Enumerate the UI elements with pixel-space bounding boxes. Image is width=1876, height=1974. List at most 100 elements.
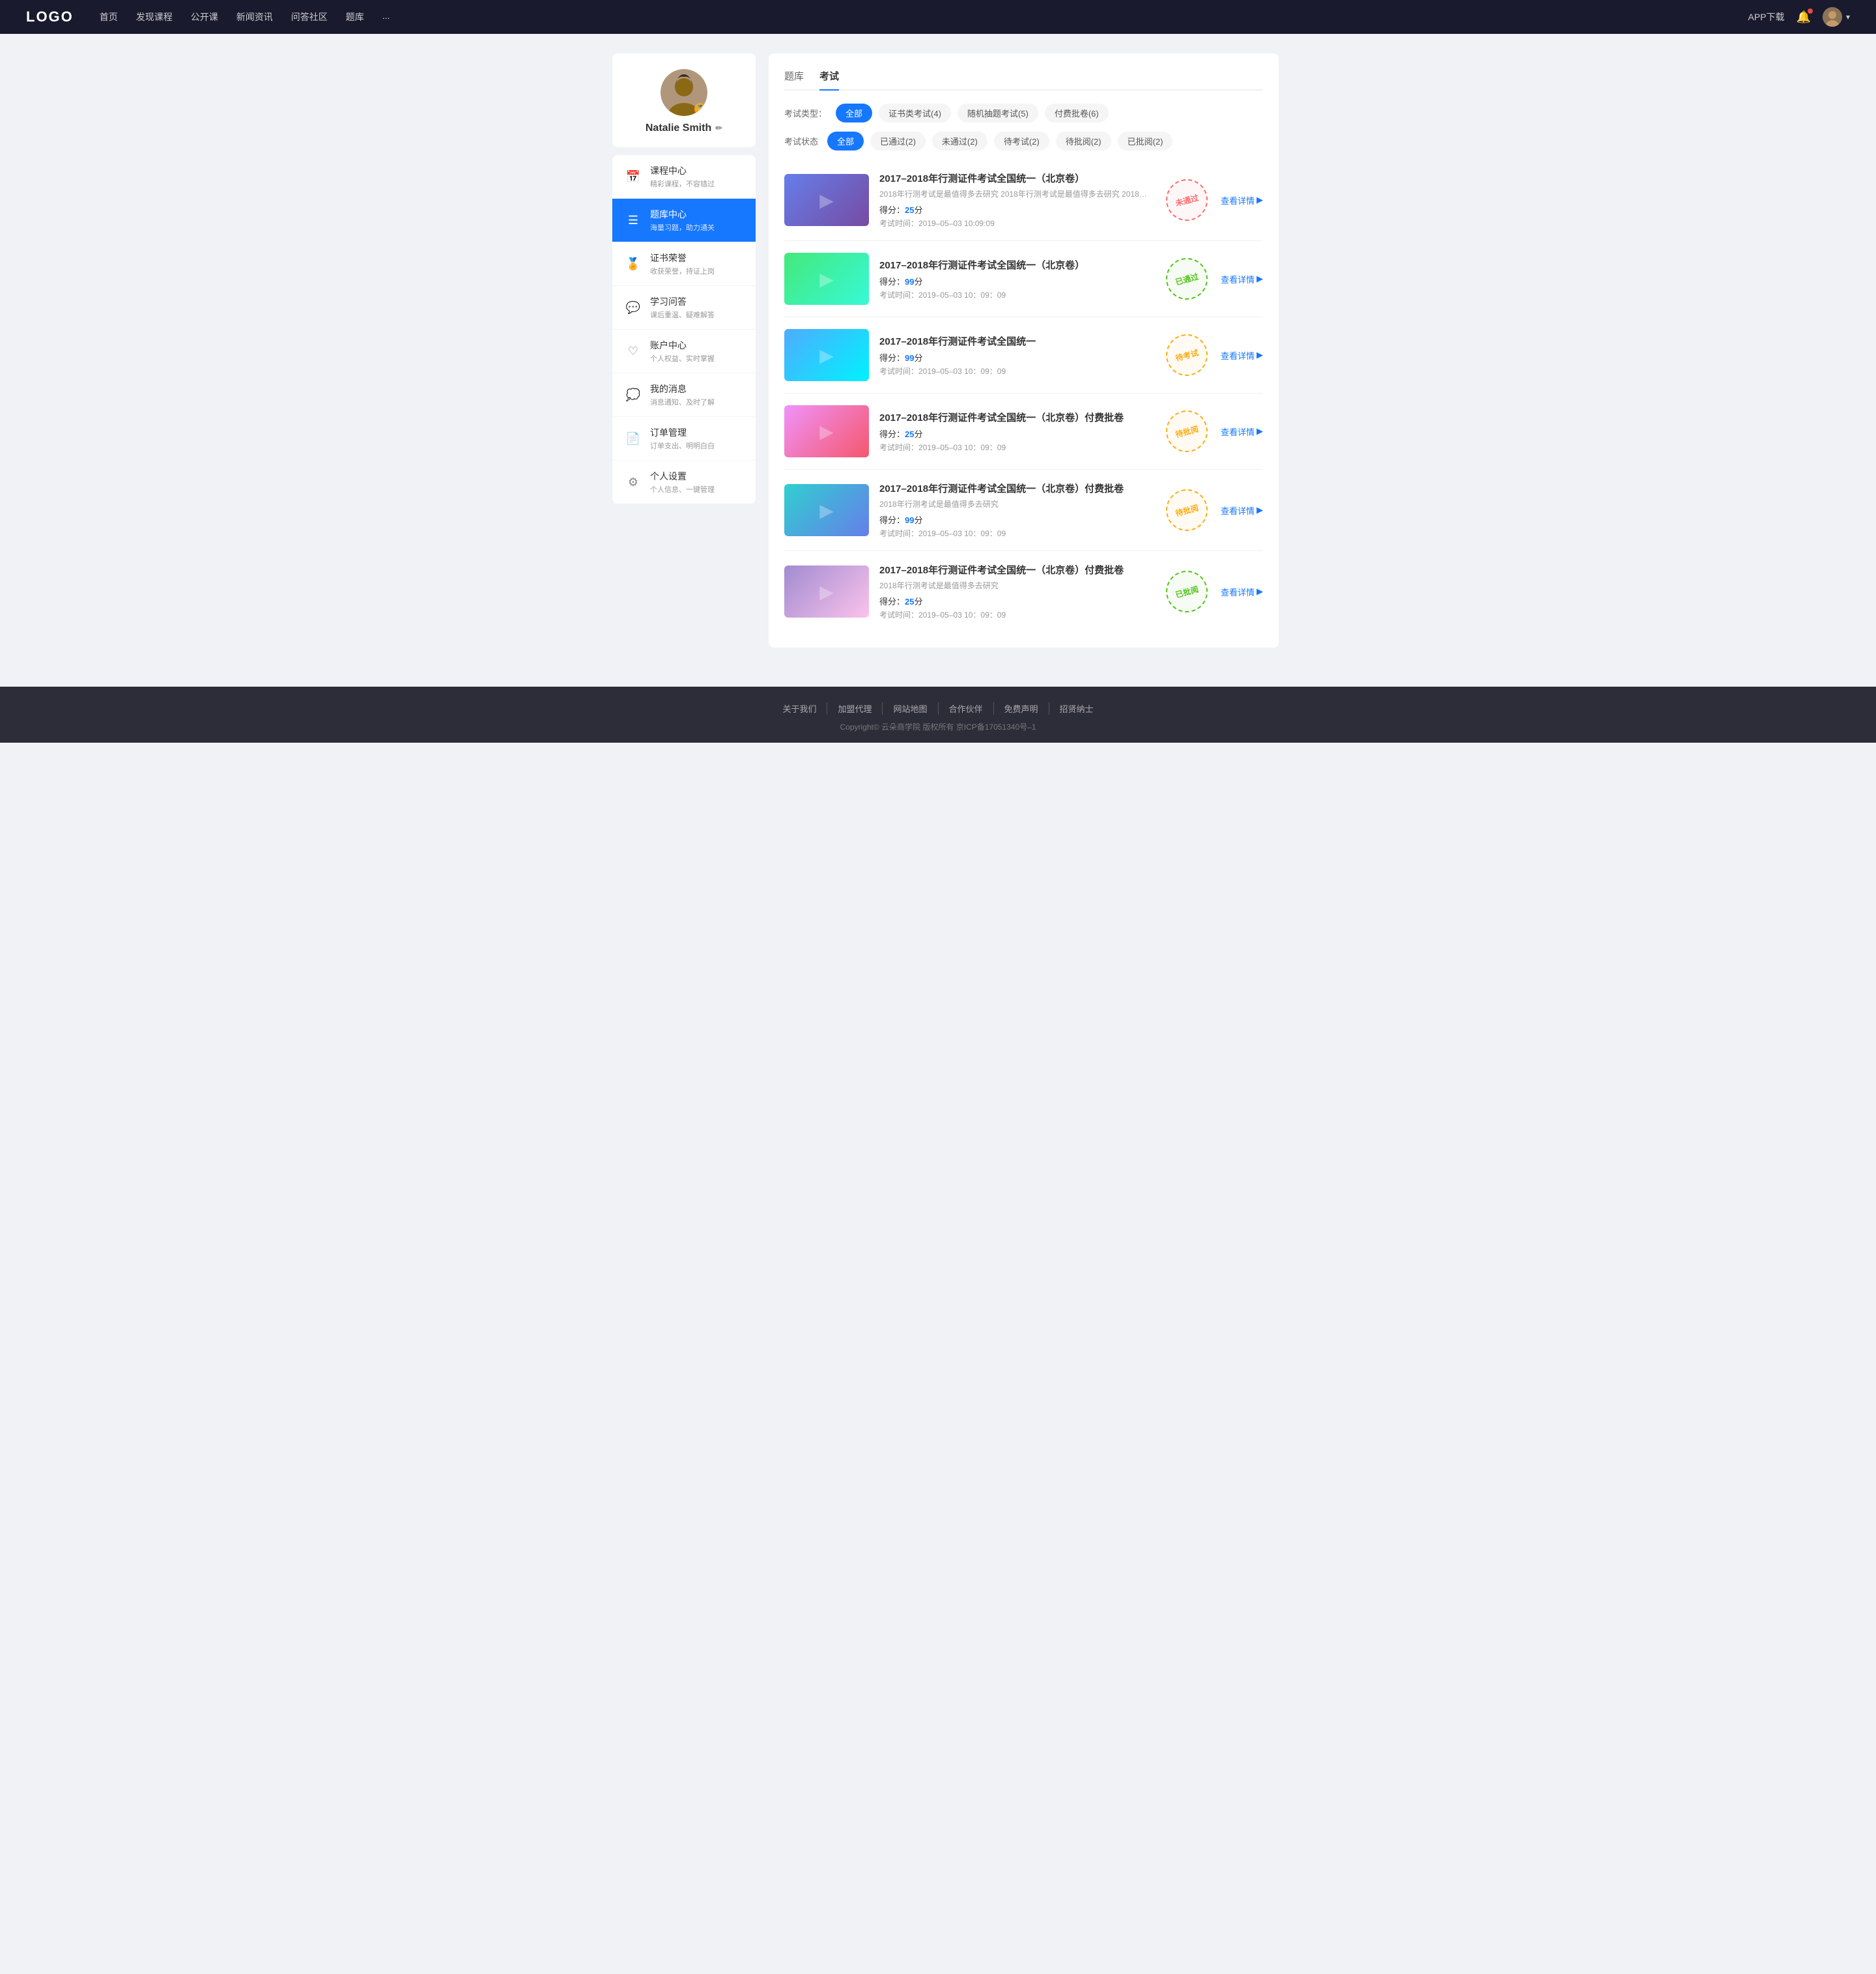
- type-filter-option[interactable]: 付费批卷(6): [1045, 104, 1109, 122]
- exam-status: 未通过: [1163, 177, 1210, 223]
- course-center-icon: 📅: [624, 167, 642, 186]
- nav-links: 首页 发现课程 公开课 新闻资讯 问答社区 题库...: [100, 10, 1748, 23]
- exam-score: 得分：99分: [879, 351, 1153, 364]
- sidebar-item-qa[interactable]: 💬 学习问答 课后重温、疑难解答: [612, 286, 756, 330]
- user-avatar-menu[interactable]: ▾: [1823, 7, 1850, 27]
- exam-score: 得分：25分: [879, 203, 1153, 216]
- arrow-right-icon: ▶: [1257, 350, 1263, 360]
- exam-action: 查看详情▶: [1221, 504, 1263, 517]
- sidebar-item-sublabel: 个人权益、实时掌握: [650, 353, 715, 364]
- exam-desc: 2018年行测考试是最值得多去研究: [879, 498, 1153, 509]
- exam-desc: 2018年行测考试是最值得多去研究 2018年行测考试是最值得多去研究 2018…: [879, 188, 1153, 199]
- footer-link[interactable]: 免费声明: [994, 702, 1049, 715]
- sidebar-item-label: 订单管理: [650, 426, 715, 439]
- status-filter-option[interactable]: 待批阅(2): [1056, 132, 1111, 150]
- qa-icon: 💬: [624, 298, 642, 317]
- edit-profile-icon[interactable]: ✏: [715, 123, 722, 134]
- tab-考试[interactable]: 考试: [819, 69, 839, 91]
- exam-info: 2017–2018年行测证件考试全国统一（北京卷） 2018年行测考试是最值得多…: [879, 171, 1153, 229]
- type-filter-option[interactable]: 全部: [836, 104, 872, 122]
- sidebar-item-messages[interactable]: 💭 我的消息 消息通知、及时了解: [612, 373, 756, 417]
- sidebar-item-label: 账户中心: [650, 339, 715, 352]
- sidebar-item-label: 我的消息: [650, 382, 715, 395]
- notification-bell[interactable]: 🔔: [1797, 10, 1811, 24]
- exam-status: 待考试: [1163, 332, 1210, 379]
- exam-title: 2017–2018年行测证件考试全国统一: [879, 334, 1153, 348]
- nav-item[interactable]: ...: [382, 10, 390, 23]
- status-filter-option[interactable]: 已通过(2): [870, 132, 926, 150]
- status-stamp: 待批阅: [1161, 485, 1212, 536]
- arrow-right-icon: ▶: [1257, 426, 1263, 436]
- nav-item[interactable]: 新闻资讯: [236, 10, 273, 23]
- nav-item[interactable]: 发现课程: [136, 10, 173, 23]
- exam-time: 考试时间：2019–05–03 10:09:09: [879, 218, 1153, 229]
- type-filter-option[interactable]: 随机抽题考试(5): [958, 104, 1038, 122]
- footer-link[interactable]: 合作伙伴: [939, 702, 994, 715]
- exam-time: 考试时间：2019–05–03 10：09：09: [879, 442, 1153, 453]
- sidebar-item-label: 课程中心: [650, 164, 715, 177]
- status-stamp: 未通过: [1161, 175, 1212, 225]
- exam-time: 考试时间：2019–05–03 10：09：09: [879, 528, 1153, 539]
- view-detail-button[interactable]: 查看详情▶: [1221, 504, 1263, 517]
- logo: LOGO: [26, 8, 74, 25]
- account-icon: ♡: [624, 342, 642, 360]
- sidebar-item-sublabel: 订单支出、明明白白: [650, 440, 715, 451]
- app-download[interactable]: APP下载: [1748, 10, 1785, 23]
- footer-links: 关于我们加盟代理网站地图合作伙伴免费声明招贤纳士: [0, 702, 1876, 715]
- arrow-right-icon: ▶: [1257, 505, 1263, 515]
- sidebar-item-orders[interactable]: 📄 订单管理 订单支出、明明白白: [612, 417, 756, 461]
- exam-thumbnail: ▶: [784, 405, 869, 457]
- footer-link[interactable]: 关于我们: [772, 702, 827, 715]
- arrow-right-icon: ▶: [1257, 586, 1263, 597]
- profile-avatar: 🏅: [661, 69, 707, 116]
- exam-title: 2017–2018年行测证件考试全国统一（北京卷）: [879, 171, 1153, 185]
- status-filter-option[interactable]: 已批阅(2): [1118, 132, 1173, 150]
- nav-item[interactable]: 公开课: [191, 10, 218, 23]
- sidebar-menu: 📅 课程中心 精彩课程，不容错过 ☰ 题库中心 海量习题，助力通关 🏅 证书荣誉…: [612, 155, 756, 504]
- status-filter-option[interactable]: 全部: [827, 132, 864, 150]
- type-filter-option[interactable]: 证书类考试(4): [879, 104, 951, 122]
- exam-title: 2017–2018年行测证件考试全国统一（北京卷）付费批卷: [879, 481, 1153, 495]
- view-detail-button[interactable]: 查看详情▶: [1221, 273, 1263, 285]
- exam-time: 考试时间：2019–05–03 10：09：09: [879, 289, 1153, 300]
- sidebar-item-settings[interactable]: ⚙ 个人设置 个人信息、一键管理: [612, 461, 756, 504]
- sidebar-item-course-center[interactable]: 📅 课程中心 精彩课程，不容错过: [612, 155, 756, 199]
- view-detail-button[interactable]: 查看详情▶: [1221, 586, 1263, 598]
- messages-icon: 💭: [624, 386, 642, 404]
- sidebar-item-sublabel: 精彩课程，不容错过: [650, 179, 715, 189]
- tab-题库[interactable]: 题库: [784, 69, 804, 91]
- arrow-right-icon: ▶: [1257, 274, 1263, 284]
- view-detail-button[interactable]: 查看详情▶: [1221, 194, 1263, 207]
- exam-info: 2017–2018年行测证件考试全国统一（北京卷）付费批卷 2018年行测考试是…: [879, 481, 1153, 539]
- type-filter-row: 考试类型： 全部证书类考试(4)随机抽题考试(5)付费批卷(6): [784, 104, 1263, 122]
- exam-score: 得分：99分: [879, 513, 1153, 526]
- exam-status: 已批阅: [1163, 568, 1210, 615]
- view-detail-button[interactable]: 查看详情▶: [1221, 425, 1263, 438]
- chevron-down-icon: ▾: [1846, 12, 1850, 21]
- exam-status: 待批阅: [1163, 408, 1210, 455]
- status-filter-option[interactable]: 待考试(2): [994, 132, 1049, 150]
- status-filter-option[interactable]: 未通过(2): [932, 132, 988, 150]
- exam-thumbnail: ▶: [784, 565, 869, 618]
- exam-item: ▶ 2017–2018年行测证件考试全国统一（北京卷）付费批卷 得分：25分 考…: [784, 393, 1263, 470]
- view-detail-button[interactable]: 查看详情▶: [1221, 349, 1263, 362]
- exam-title: 2017–2018年行测证件考试全国统一（北京卷）: [879, 258, 1153, 272]
- footer-link[interactable]: 加盟代理: [827, 702, 883, 715]
- nav-item[interactable]: 首页: [100, 10, 118, 23]
- exam-time: 考试时间：2019–05–03 10：09：09: [879, 365, 1153, 377]
- exam-thumbnail: ▶: [784, 329, 869, 381]
- status-stamp: 已批阅: [1161, 566, 1212, 617]
- sidebar-item-account[interactable]: ♡ 账户中心 个人权益、实时掌握: [612, 330, 756, 373]
- sidebar-item-certificate[interactable]: 🏅 证书荣誉 收获荣誉，持证上岗: [612, 242, 756, 286]
- nav-item[interactable]: 题库: [346, 10, 364, 23]
- question-bank-icon: ☰: [624, 211, 642, 229]
- exam-status: 已通过: [1163, 255, 1210, 302]
- footer-link[interactable]: 招贤纳士: [1049, 702, 1104, 715]
- nav-item[interactable]: 问答社区: [291, 10, 328, 23]
- exam-action: 查看详情▶: [1221, 586, 1263, 598]
- footer-link[interactable]: 网站地图: [883, 702, 938, 715]
- exam-item: ▶ 2017–2018年行测证件考试全国统一 得分：99分 考试时间：2019–…: [784, 317, 1263, 393]
- sidebar-item-question-bank[interactable]: ☰ 题库中心 海量习题，助力通关: [612, 199, 756, 242]
- arrow-right-icon: ▶: [1257, 195, 1263, 205]
- exam-action: 查看详情▶: [1221, 425, 1263, 438]
